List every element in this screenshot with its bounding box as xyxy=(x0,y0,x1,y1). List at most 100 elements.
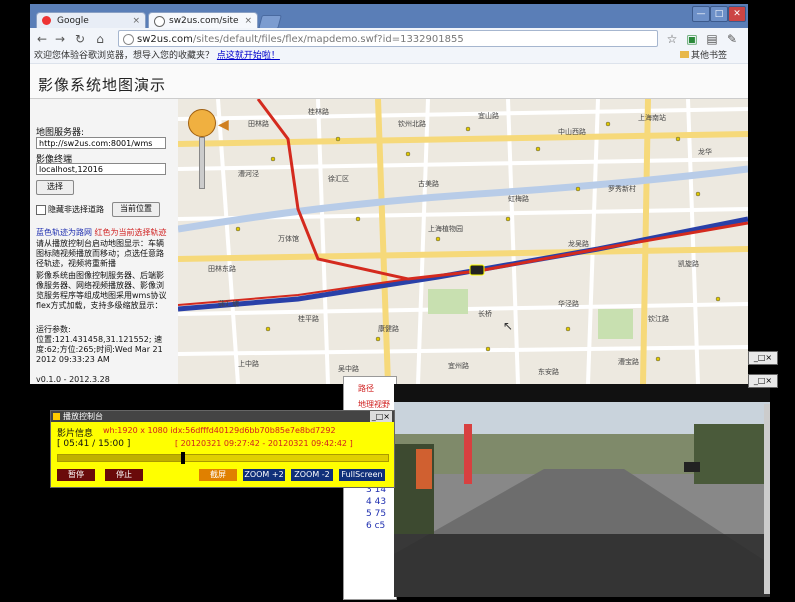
zoom-slider[interactable] xyxy=(199,137,205,189)
browser-titlebar: Google × sw2us.com/sites/default/ × — □ … xyxy=(30,4,748,29)
globe-icon xyxy=(123,34,134,45)
time-value: [ 05:41 / 15:00 ] xyxy=(57,439,131,449)
map-label: 古美路 xyxy=(418,180,439,188)
mouse-cursor-icon: ↖ xyxy=(503,319,514,333)
map-view[interactable]: ◀ 田林路 桂林路 钦州北路 宜山路 中山西路 上海南站 龙华 漕河泾 徐汇区 … xyxy=(178,99,748,384)
info-value: wh:1920 x 1080 idx:56dfffd40129d6bb70b85… xyxy=(103,426,336,435)
extension-icon[interactable]: ▣ xyxy=(684,31,700,47)
hide-roads-checkbox[interactable] xyxy=(36,205,46,215)
other-bookmarks-label: 其他书签 xyxy=(691,51,728,61)
params-label: 运行参数: xyxy=(36,325,71,334)
playback-control-window: 播放控制台 _□× 影片信息 wh:1920 x 1080 idx:56dfff… xyxy=(50,410,395,488)
window-buttons[interactable]: _□× xyxy=(748,374,778,388)
map-label: 中山西路 xyxy=(558,128,586,136)
map-label: 徐汇区 xyxy=(328,175,349,183)
map-label: 上海植物园 xyxy=(428,225,463,233)
map-label: 宜州路 xyxy=(448,362,469,370)
pan-control-icon[interactable] xyxy=(188,109,216,137)
browser-window: Google × sw2us.com/sites/default/ × — □ … xyxy=(30,4,748,384)
map-label: 上中路 xyxy=(238,360,259,368)
progress-handle[interactable] xyxy=(181,452,186,464)
back-arrow-icon[interactable]: ← xyxy=(34,31,50,47)
legend-line: 蓝色轨迹为路网 红色为当前选择轨迹 xyxy=(36,227,167,238)
tab-sw2us[interactable]: sw2us.com/sites/default/ × xyxy=(148,12,258,28)
control-sidebar: 地图服务器: http://sw2us.com:8001/wms 影像终端 lo… xyxy=(30,99,179,384)
scrollbar[interactable] xyxy=(764,404,770,594)
minimize-button[interactable]: — xyxy=(692,6,710,22)
map-server-input[interactable]: http://sw2us.com:8001/wms xyxy=(36,137,166,149)
fullscreen-button[interactable]: FullScreen xyxy=(339,469,385,481)
map-label: 吴中路 xyxy=(338,365,359,373)
info-bar: 欢迎您体验谷歌浏览器，想导入您的收藏夹？ 点这就开始啦！ 其他书签 xyxy=(30,50,748,64)
map-label: 漕宝路 xyxy=(618,358,639,366)
reload-icon[interactable]: ↻ xyxy=(72,31,88,47)
params-value: 位置:121.431458,31.121552; 速度:62;方位:265;时间… xyxy=(36,335,163,364)
video-terminal-input[interactable]: localhost,12016 xyxy=(36,163,166,175)
map-label: 凯旋路 xyxy=(678,260,699,268)
map-label: 东安路 xyxy=(538,368,559,376)
video-player-window[interactable] xyxy=(394,384,770,597)
folder-icon xyxy=(680,51,689,58)
map-label: 钦州北路 xyxy=(398,120,426,128)
app-icon xyxy=(53,413,60,420)
map-label: 罗秀新村 xyxy=(608,185,636,193)
page-menu-icon[interactable]: ▤ xyxy=(704,31,720,47)
list-item[interactable]: 5 75 xyxy=(366,509,386,519)
maximize-button[interactable]: □ xyxy=(710,6,728,22)
map-label: 桂林路 xyxy=(308,108,329,116)
page-header: 影像系统地图演示 xyxy=(30,64,748,99)
import-link[interactable]: 点这就开始啦！ xyxy=(217,51,280,61)
navigation-bar: ← → ↻ ⌂ sw2us.com/sites/default/files/fl… xyxy=(30,28,748,51)
tab-google[interactable]: Google × xyxy=(36,12,146,28)
info-label: 影片信息 xyxy=(57,429,94,439)
list-top-label: 地理视野 xyxy=(358,400,390,409)
list-item[interactable]: 4 43 xyxy=(366,497,386,507)
address-path: /sites/default/files/flex/mapdemo.swf?id… xyxy=(192,34,464,45)
legend-red: 红色为当前选择轨迹 xyxy=(94,228,167,237)
map-label: 万体馆 xyxy=(278,235,299,243)
map-label: 长桥 xyxy=(478,310,492,318)
stop-button[interactable]: 停止 xyxy=(105,469,143,481)
map-label: 桂平路 xyxy=(298,315,319,323)
list-item[interactable]: 6 c5 xyxy=(366,521,385,531)
list-top-label: 路径 xyxy=(358,384,374,393)
select-button[interactable]: 选择 xyxy=(36,180,74,195)
window-buttons[interactable]: _□× xyxy=(369,411,392,422)
legend-blue: 蓝色轨迹为路网 xyxy=(36,228,92,237)
map-label: 田林东路 xyxy=(208,265,236,273)
close-icon[interactable]: × xyxy=(132,13,140,29)
map-label: 华泾路 xyxy=(558,300,579,308)
version-text: v0.1.0 - 2012.3.28 xyxy=(36,375,110,384)
other-bookmarks[interactable]: 其他书签 xyxy=(680,50,727,63)
zoom-out-button[interactable]: ZOOM -2 xyxy=(291,469,333,481)
google-favicon-icon xyxy=(42,16,51,25)
page-title: 影像系统地图演示 xyxy=(38,76,167,94)
map-label: 田林路 xyxy=(248,120,269,128)
progress-track[interactable] xyxy=(57,452,389,464)
arrow-left-icon: ◀ xyxy=(218,117,229,133)
window-buttons[interactable]: _□× xyxy=(748,351,778,365)
pause-button[interactable]: 暂停 xyxy=(57,469,95,481)
current-location-button[interactable]: 当前位置 xyxy=(112,202,160,217)
map-label: 龙华 xyxy=(698,148,712,156)
screenshot-button[interactable]: 截屏 xyxy=(199,469,237,481)
close-icon[interactable]: × xyxy=(244,13,252,29)
zoom-in-button[interactable]: ZOOM +2 xyxy=(243,469,285,481)
map-label: 蒲汇塘 xyxy=(218,300,239,308)
close-window-button[interactable]: ✕ xyxy=(728,6,746,22)
forward-arrow-icon[interactable]: → xyxy=(52,31,68,47)
tab-label: sw2us.com/sites/default/ xyxy=(169,16,239,26)
range-value: [ 20120321 09:27:42 - 20120321 09:42:42 … xyxy=(175,439,353,448)
address-bar[interactable]: sw2us.com/sites/default/files/flex/mapde… xyxy=(118,30,658,47)
home-icon[interactable]: ⌂ xyxy=(92,31,108,47)
video-frame xyxy=(394,384,770,597)
hide-roads-label: 隐藏非选择道路 xyxy=(48,205,104,214)
address-host: sw2us.com xyxy=(137,34,193,45)
new-tab-button[interactable] xyxy=(258,15,282,29)
star-icon[interactable]: ☆ xyxy=(664,31,680,47)
map-canvas xyxy=(178,99,748,384)
map-label: 漕河泾 xyxy=(238,170,259,178)
control-title: 播放控制台 xyxy=(63,412,103,421)
map-label: 钦江路 xyxy=(648,315,669,323)
wrench-icon[interactable]: ✎ xyxy=(724,31,740,47)
